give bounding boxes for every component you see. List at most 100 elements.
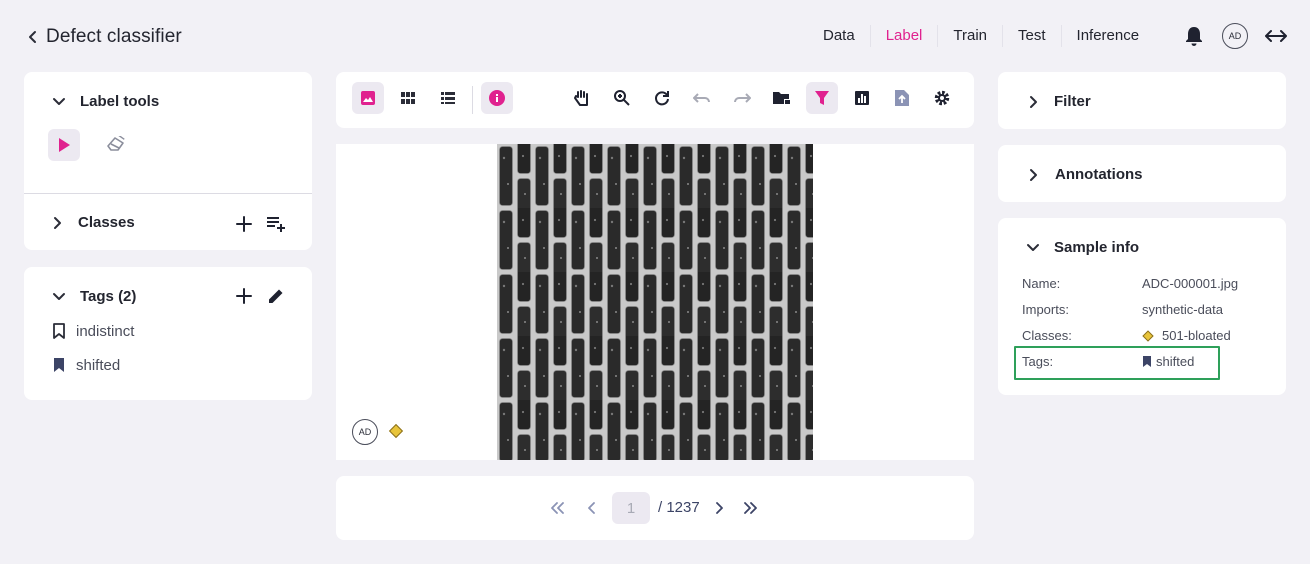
tags-label: Tags: xyxy=(1022,354,1054,369)
previous-page-icon[interactable] xyxy=(582,496,602,520)
add-class-icon[interactable] xyxy=(233,213,255,235)
sample-image xyxy=(497,144,813,460)
info-icon xyxy=(488,89,506,107)
bookmark-filled-icon xyxy=(52,356,66,374)
filter-title: Filter xyxy=(1054,93,1091,110)
image-view-button[interactable] xyxy=(352,82,384,114)
bar-chart-icon xyxy=(854,90,870,106)
name-value: ADC-000001.jpg xyxy=(1142,276,1238,291)
grid-icon xyxy=(400,91,416,105)
zoom-in-icon xyxy=(613,89,631,107)
tag-label: shifted xyxy=(76,356,121,374)
tag-label: indistinct xyxy=(76,322,135,340)
page-number-input[interactable]: 1 xyxy=(612,492,650,524)
chevron-down-icon xyxy=(1026,243,1040,253)
file-upload-icon xyxy=(894,89,910,107)
back-to-project-button[interactable]: Defect classifier xyxy=(28,24,182,50)
classes-header[interactable]: Classes xyxy=(52,214,135,231)
tags-header[interactable]: Tags (2) xyxy=(52,288,136,305)
classes-label: Classes: xyxy=(1022,328,1072,343)
folder-lock-icon xyxy=(772,90,792,106)
label-tools-header[interactable]: Label tools xyxy=(52,93,159,110)
sample-info-header[interactable]: Sample info xyxy=(1026,239,1139,256)
filter-funnel-icon xyxy=(814,90,830,106)
viewer-toolbar xyxy=(336,72,974,128)
imports-label: Imports: xyxy=(1022,302,1069,317)
nav-test[interactable]: Test xyxy=(1003,25,1062,47)
chevron-right-icon xyxy=(1028,95,1038,109)
notifications-bell-icon[interactable] xyxy=(1183,25,1205,47)
annotations-title: Annotations xyxy=(1055,166,1143,183)
export-button[interactable] xyxy=(886,82,918,114)
tag-item-shifted[interactable]: shifted xyxy=(52,356,120,374)
class-diamond-icon xyxy=(388,423,404,439)
chevron-down-icon xyxy=(52,97,66,107)
chevron-down-icon xyxy=(52,292,66,302)
nav-train[interactable]: Train xyxy=(938,25,1004,47)
label-tools-panel: Label tools Classes xyxy=(24,72,312,250)
sample-info-title: Sample info xyxy=(1054,239,1140,256)
stats-button[interactable] xyxy=(846,82,878,114)
sample-info-panel: Sample info Name: ADC-000001.jpg Imports… xyxy=(998,218,1286,395)
expand-horizontal-icon[interactable] xyxy=(1264,25,1288,47)
chevron-right-icon xyxy=(1028,168,1038,182)
filter-header[interactable]: Filter xyxy=(1028,93,1091,110)
user-avatar[interactable]: AD xyxy=(1222,23,1248,49)
list-view-button[interactable] xyxy=(432,82,464,114)
class-diamond-icon xyxy=(1142,329,1154,342)
imports-value: synthetic-data xyxy=(1142,302,1223,317)
grid-view-button[interactable] xyxy=(392,82,424,114)
tags-title: Tags (2) xyxy=(80,288,137,305)
tags-value: shifted xyxy=(1142,354,1194,369)
nav-label[interactable]: Label xyxy=(871,25,939,47)
gear-icon xyxy=(933,89,951,107)
eraser-icon xyxy=(106,136,126,154)
name-label: Name: xyxy=(1022,276,1061,291)
redo-button[interactable] xyxy=(726,82,758,114)
undo-icon xyxy=(693,91,711,105)
bookmark-filled-icon xyxy=(1142,355,1152,368)
image-viewer[interactable]: AD xyxy=(336,144,974,460)
tag-item-indistinct[interactable]: indistinct xyxy=(52,322,134,340)
zoom-button[interactable] xyxy=(606,82,638,114)
folder-lock-button[interactable] xyxy=(766,82,798,114)
select-tool-button[interactable] xyxy=(48,129,80,161)
filter-button[interactable] xyxy=(806,82,838,114)
edit-pencil-icon[interactable] xyxy=(265,285,287,307)
undo-button[interactable] xyxy=(686,82,718,114)
annotations-header[interactable]: Annotations xyxy=(1028,166,1143,183)
class-name: 501-bloated xyxy=(1162,328,1231,343)
filter-panel[interactable]: Filter xyxy=(998,72,1286,129)
last-page-icon[interactable] xyxy=(740,496,760,520)
annotator-avatar: AD xyxy=(352,419,378,445)
info-button[interactable] xyxy=(481,82,513,114)
settings-button[interactable] xyxy=(926,82,958,114)
annotations-panel[interactable]: Annotations xyxy=(998,145,1286,202)
label-tools-title: Label tools xyxy=(80,93,160,110)
refresh-button[interactable] xyxy=(646,82,678,114)
next-page-icon[interactable] xyxy=(709,496,729,520)
classes-title: Classes xyxy=(78,214,135,231)
file-name: ADC-000001.jpg xyxy=(1142,276,1239,291)
cursor-arrow-icon xyxy=(57,137,71,153)
redo-icon xyxy=(733,91,751,105)
toolbar-divider xyxy=(472,86,473,114)
divider xyxy=(24,193,312,194)
pagination: 1 / 1237 xyxy=(336,476,974,540)
eraser-tool-button[interactable] xyxy=(100,129,132,161)
refresh-icon xyxy=(653,89,671,107)
classes-value: 501-bloated xyxy=(1142,328,1231,343)
first-page-icon[interactable] xyxy=(548,496,568,520)
add-tag-icon[interactable] xyxy=(233,285,255,307)
tag-name: shifted xyxy=(1156,354,1195,369)
project-title: Defect classifier xyxy=(46,26,182,47)
bookmark-outline-icon xyxy=(52,322,66,340)
chevron-right-icon xyxy=(52,216,62,230)
add-list-icon[interactable] xyxy=(264,213,288,235)
nav-inference[interactable]: Inference xyxy=(1062,25,1155,47)
pan-tool-button[interactable] xyxy=(566,82,598,114)
image-icon xyxy=(360,90,376,106)
hand-icon xyxy=(573,89,591,107)
list-icon xyxy=(440,91,456,105)
nav-data[interactable]: Data xyxy=(808,25,871,47)
